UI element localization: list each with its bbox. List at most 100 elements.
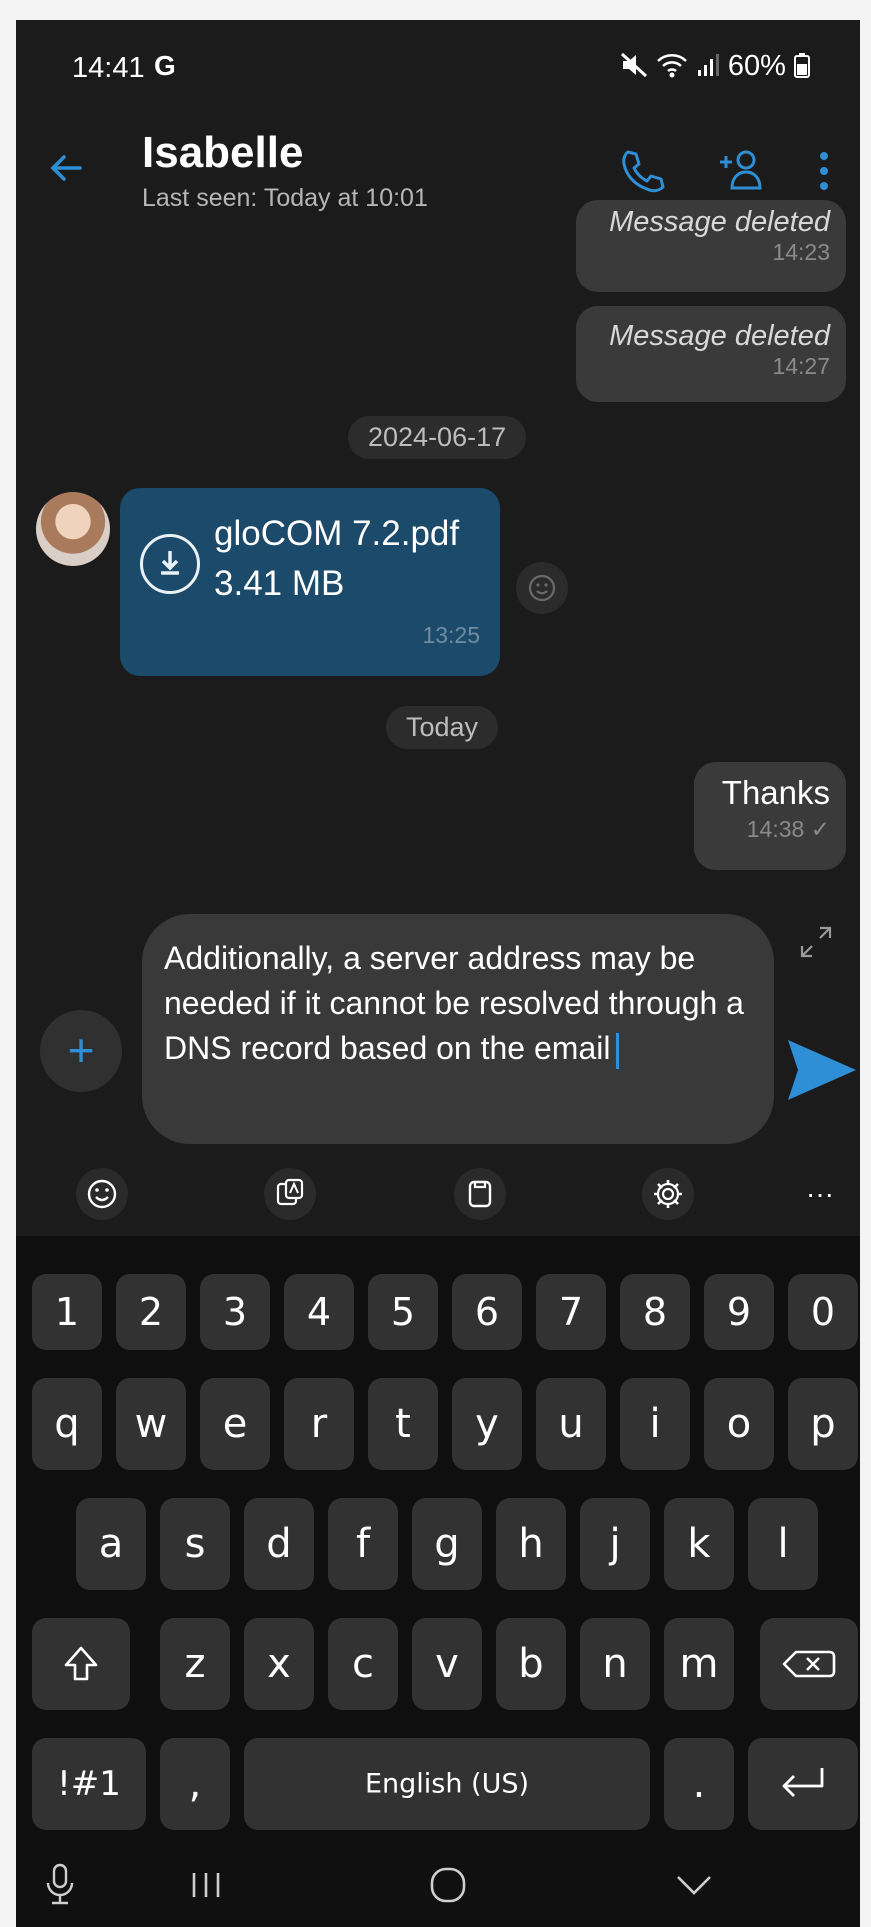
call-icon[interactable] bbox=[616, 146, 666, 201]
message-text: Message deleted bbox=[609, 320, 830, 352]
expand-icon[interactable] bbox=[796, 922, 836, 967]
shift-key[interactable] bbox=[32, 1618, 130, 1710]
key-l[interactable]: l bbox=[748, 1498, 818, 1590]
message-list: Message deleted 14:23 Message deleted 14… bbox=[16, 200, 860, 900]
date-separator: 2024-06-17 bbox=[348, 416, 527, 459]
app-notification-icon: G bbox=[154, 50, 176, 81]
microphone-icon[interactable] bbox=[42, 1861, 78, 1912]
backspace-icon bbox=[782, 1650, 836, 1678]
key-7[interactable]: 7 bbox=[536, 1274, 606, 1350]
keyboard: 1 2 3 4 5 6 7 8 9 0 q w e r t y u i o p … bbox=[16, 1236, 860, 1841]
key-q[interactable]: q bbox=[32, 1378, 102, 1470]
send-icon bbox=[788, 1040, 856, 1100]
enter-icon bbox=[782, 1768, 824, 1797]
key-h[interactable]: h bbox=[496, 1498, 566, 1590]
comma-key[interactable]: , bbox=[160, 1738, 230, 1830]
key-z[interactable]: z bbox=[160, 1618, 230, 1710]
signal-icon bbox=[697, 54, 719, 76]
status-right: 60% bbox=[620, 50, 810, 83]
contact-name[interactable]: Isabelle bbox=[142, 128, 303, 178]
add-reaction-button[interactable] bbox=[516, 562, 568, 614]
download-icon[interactable] bbox=[140, 534, 200, 594]
keyboard-toolbar: ··· bbox=[16, 1150, 860, 1236]
key-o[interactable]: o bbox=[704, 1378, 774, 1470]
key-x[interactable]: x bbox=[244, 1618, 314, 1710]
shift-icon bbox=[64, 1646, 98, 1681]
file-message[interactable]: gloCOM 7.2.pdf 3.41 MB 13:25 bbox=[120, 488, 500, 676]
key-2[interactable]: 2 bbox=[116, 1274, 186, 1350]
back-arrow-icon[interactable] bbox=[46, 148, 86, 198]
message-time: 13:25 bbox=[422, 622, 480, 648]
message-composer: + Additionally, a server address may be … bbox=[16, 900, 860, 1144]
input-text: Additionally, a server address may be ne… bbox=[164, 940, 744, 1066]
key-i[interactable]: i bbox=[620, 1378, 690, 1470]
deleted-message-2[interactable]: Message deleted 14:27 bbox=[576, 306, 846, 402]
key-4[interactable]: 4 bbox=[284, 1274, 354, 1350]
key-b[interactable]: b bbox=[496, 1618, 566, 1710]
key-c[interactable]: c bbox=[328, 1618, 398, 1710]
backspace-key[interactable] bbox=[760, 1618, 858, 1710]
key-8[interactable]: 8 bbox=[620, 1274, 690, 1350]
more-toolbar-icon[interactable]: ··· bbox=[806, 1168, 858, 1220]
file-size: 3.41 MB bbox=[214, 564, 345, 603]
settings-gear-icon[interactable] bbox=[642, 1168, 694, 1220]
date-separator: Today bbox=[386, 706, 499, 749]
status-bar: 14:41 G 60% bbox=[16, 20, 860, 106]
navigation-bar bbox=[16, 1841, 860, 1927]
key-j[interactable]: j bbox=[580, 1498, 650, 1590]
space-key[interactable]: English (US) bbox=[244, 1738, 650, 1830]
outgoing-message[interactable]: Thanks 14:38 ✓ bbox=[694, 762, 846, 870]
key-k[interactable]: k bbox=[664, 1498, 734, 1590]
sent-check-icon: ✓ bbox=[810, 816, 830, 842]
back-nav-icon[interactable] bbox=[672, 1865, 716, 1910]
more-options-icon[interactable] bbox=[816, 146, 832, 201]
deleted-message-1[interactable]: Message deleted 14:23 bbox=[576, 200, 846, 292]
key-u[interactable]: u bbox=[536, 1378, 606, 1470]
key-v[interactable]: v bbox=[412, 1618, 482, 1710]
message-input[interactable]: Additionally, a server address may be ne… bbox=[142, 914, 774, 1144]
key-w[interactable]: w bbox=[116, 1378, 186, 1470]
send-button[interactable] bbox=[786, 1038, 858, 1107]
key-9[interactable]: 9 bbox=[704, 1274, 774, 1350]
battery-percent: 60% bbox=[727, 50, 786, 82]
key-6[interactable]: 6 bbox=[452, 1274, 522, 1350]
key-d[interactable]: d bbox=[244, 1498, 314, 1590]
key-p[interactable]: p bbox=[788, 1378, 858, 1470]
key-n[interactable]: n bbox=[580, 1618, 650, 1710]
key-3[interactable]: 3 bbox=[200, 1274, 270, 1350]
smiley-icon bbox=[528, 574, 556, 602]
message-text: Thanks bbox=[721, 774, 830, 811]
home-icon[interactable] bbox=[426, 1863, 470, 1912]
key-e[interactable]: e bbox=[200, 1378, 270, 1470]
message-text: Message deleted bbox=[609, 206, 830, 238]
key-r[interactable]: r bbox=[284, 1378, 354, 1470]
status-time: 14:41 bbox=[72, 52, 145, 84]
period-key[interactable]: . bbox=[664, 1738, 734, 1830]
recent-apps-icon[interactable] bbox=[186, 1865, 226, 1910]
message-time: 14:27 bbox=[772, 353, 830, 379]
attach-button[interactable]: + bbox=[40, 1010, 122, 1092]
emoji-icon[interactable] bbox=[76, 1168, 128, 1220]
symbols-key[interactable]: !#1 bbox=[32, 1738, 146, 1830]
battery-icon bbox=[794, 53, 810, 78]
key-g[interactable]: g bbox=[412, 1498, 482, 1590]
last-seen-status: Last seen: Today at 10:01 bbox=[142, 184, 428, 212]
add-contact-icon[interactable] bbox=[716, 146, 766, 201]
key-f[interactable]: f bbox=[328, 1498, 398, 1590]
key-s[interactable]: s bbox=[160, 1498, 230, 1590]
enter-key[interactable] bbox=[748, 1738, 858, 1830]
wifi-icon bbox=[656, 54, 687, 78]
key-a[interactable]: a bbox=[76, 1498, 146, 1590]
key-0[interactable]: 0 bbox=[788, 1274, 858, 1350]
clipboard-icon[interactable] bbox=[454, 1168, 506, 1220]
phone-screen: 14:41 G 60% Isabelle Last seen: Today at… bbox=[16, 20, 860, 1927]
translate-icon[interactable] bbox=[264, 1168, 316, 1220]
avatar[interactable] bbox=[36, 492, 110, 566]
key-y[interactable]: y bbox=[452, 1378, 522, 1470]
key-m[interactable]: m bbox=[664, 1618, 734, 1710]
mute-icon bbox=[620, 52, 647, 78]
file-name: gloCOM 7.2.pdf bbox=[214, 514, 460, 553]
key-5[interactable]: 5 bbox=[368, 1274, 438, 1350]
key-t[interactable]: t bbox=[368, 1378, 438, 1470]
key-1[interactable]: 1 bbox=[32, 1274, 102, 1350]
